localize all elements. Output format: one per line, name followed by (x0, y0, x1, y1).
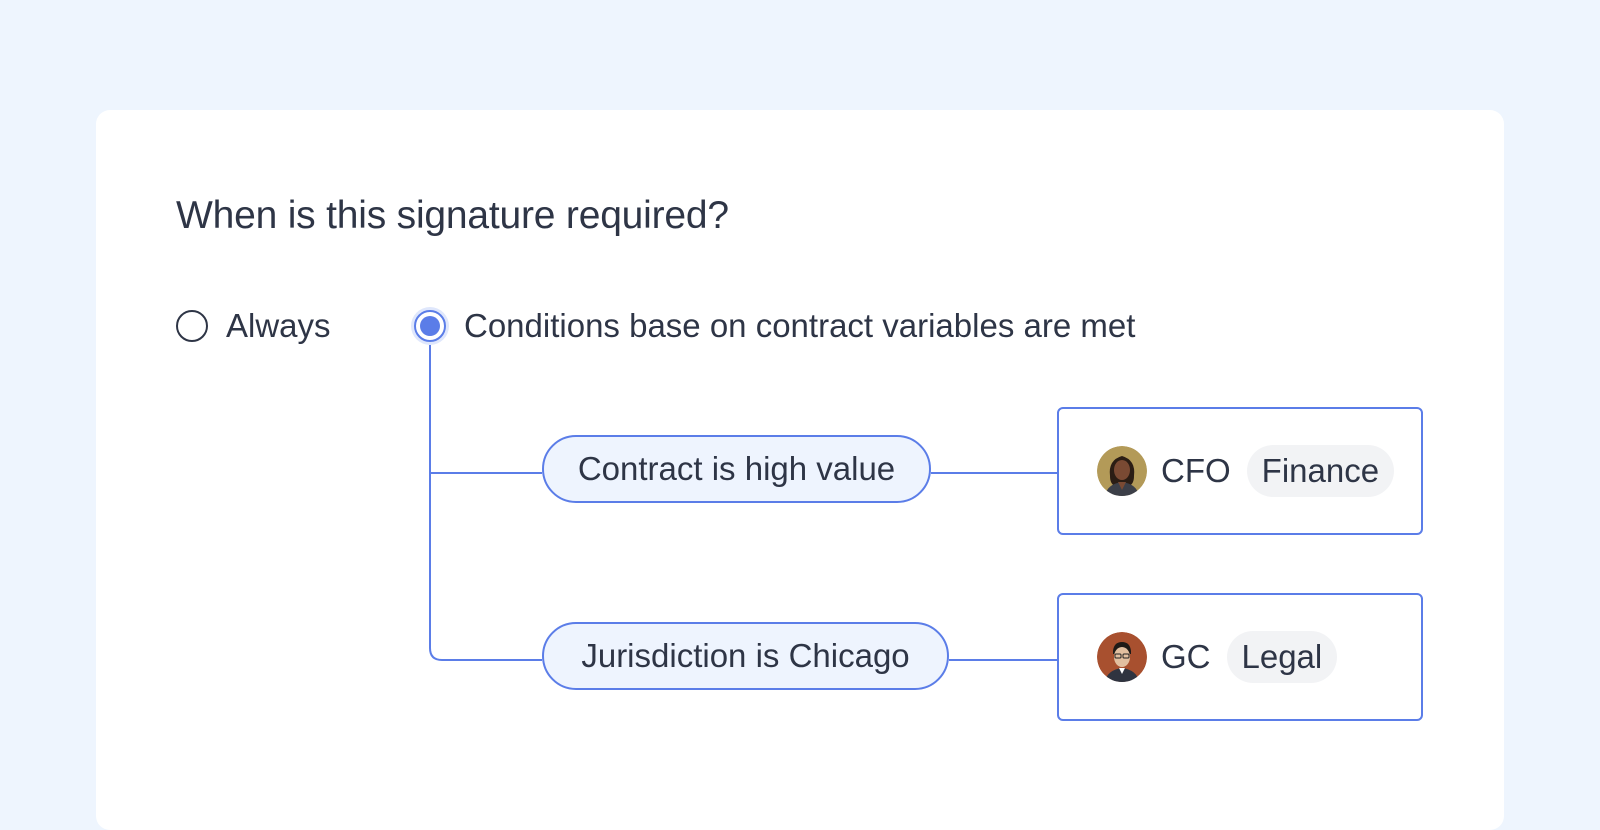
department-tag: Legal (1226, 631, 1338, 683)
condition-label: Contract is high value (577, 450, 896, 487)
option-conditions-label: Conditions base on contract variables ar… (464, 307, 1136, 344)
page-title: When is this signature required? (176, 194, 729, 237)
person-avatar-man-icon (1097, 632, 1147, 682)
department-tag: Finance (1246, 445, 1395, 497)
condition-pill-high-value[interactable]: Contract is high value (542, 435, 931, 503)
option-always[interactable]: Always (176, 306, 331, 346)
radio-always[interactable] (176, 310, 208, 342)
approver-card-cfo[interactable]: CFO Finance (1057, 407, 1423, 535)
approver-role: CFO (1161, 452, 1231, 489)
option-always-label: Always (226, 307, 331, 344)
condition-label: Jurisdiction is Chicago (581, 637, 910, 674)
approver-card-gc[interactable]: GC Legal (1057, 593, 1423, 721)
condition-pill-jurisdiction[interactable]: Jurisdiction is Chicago (542, 622, 949, 690)
radio-conditions-selected[interactable] (414, 310, 446, 342)
option-conditions[interactable]: Conditions base on contract variables ar… (414, 306, 1135, 346)
approver-role: GC (1161, 638, 1211, 675)
person-avatar-woman-icon (1097, 446, 1147, 496)
